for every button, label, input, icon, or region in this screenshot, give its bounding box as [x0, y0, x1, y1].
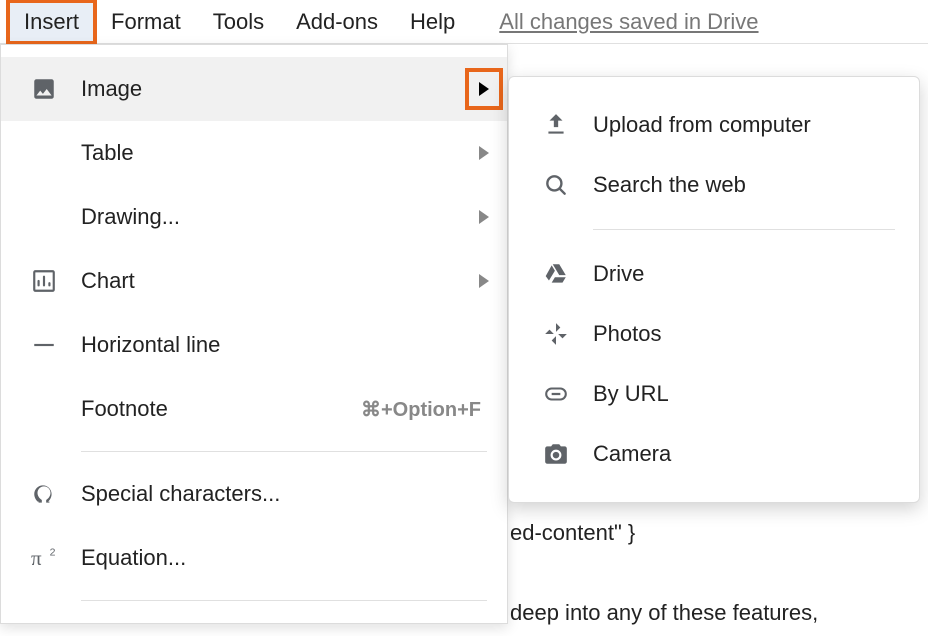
submenu-arrow-icon [479, 210, 489, 224]
menu-item-footnote[interactable]: Footnote ⌘+Option+F [1, 377, 507, 441]
doc-text-fragment: deep into any of these features, [510, 600, 818, 626]
svg-text:π: π [31, 546, 42, 570]
shortcut-label: ⌘+Option+F [361, 397, 481, 422]
menubar-item-tools[interactable]: Tools [197, 1, 280, 43]
camera-icon [543, 441, 593, 467]
submenu-arrow-icon [479, 82, 489, 96]
menu-item-label: Equation... [81, 545, 489, 571]
image-submenu: Upload from computer Search the web Driv… [508, 76, 920, 503]
submenu-item-label: By URL [593, 381, 669, 407]
doc-text-fragment: ed-content" } [510, 520, 635, 546]
search-icon [543, 172, 593, 198]
submenu-item-label: Search the web [593, 172, 746, 198]
insert-dropdown: Image Table Drawing... Chart Horizontal … [0, 44, 508, 624]
menu-item-label: Footnote [81, 396, 361, 422]
submenu-item-camera[interactable]: Camera [509, 424, 919, 484]
photos-icon [543, 321, 593, 347]
chart-icon [31, 268, 81, 294]
svg-text:2: 2 [50, 547, 56, 559]
menu-item-chart[interactable]: Chart [1, 249, 507, 313]
upload-icon [543, 112, 593, 138]
menu-separator [81, 451, 487, 452]
menubar-item-format[interactable]: Format [95, 1, 197, 43]
menu-item-equation[interactable]: π2 Equation... [1, 526, 507, 590]
submenu-item-label: Photos [593, 321, 662, 347]
menu-item-label: Drawing... [81, 204, 471, 230]
drive-icon [543, 261, 593, 287]
submenu-separator [593, 229, 895, 230]
menubar-item-help[interactable]: Help [394, 1, 471, 43]
submenu-item-upload[interactable]: Upload from computer [509, 95, 919, 155]
menu-item-label: Special characters... [81, 481, 489, 507]
menu-item-label: Table [81, 140, 471, 166]
link-icon [543, 381, 593, 407]
menu-separator [81, 600, 487, 601]
submenu-item-drive[interactable]: Drive [509, 244, 919, 304]
pi-icon: π2 [31, 544, 81, 572]
menu-item-drawing[interactable]: Drawing... [1, 185, 507, 249]
submenu-item-label: Camera [593, 441, 671, 467]
menu-item-label: Image [81, 76, 471, 102]
menubar: Insert Format Tools Add-ons Help All cha… [0, 0, 928, 44]
menu-item-table[interactable]: Table [1, 121, 507, 185]
submenu-arrow-icon [479, 274, 489, 288]
menu-item-horizontal-line[interactable]: Horizontal line [1, 313, 507, 377]
submenu-item-search-web[interactable]: Search the web [509, 155, 919, 215]
submenu-arrow-icon [479, 146, 489, 160]
image-icon [31, 76, 81, 102]
save-status[interactable]: All changes saved in Drive [499, 9, 758, 35]
menu-item-label: Chart [81, 268, 471, 294]
menubar-item-insert[interactable]: Insert [8, 1, 95, 43]
menu-item-special-characters[interactable]: Special characters... [1, 462, 507, 526]
submenu-item-label: Drive [593, 261, 644, 287]
menubar-item-addons[interactable]: Add-ons [280, 1, 394, 43]
submenu-item-photos[interactable]: Photos [509, 304, 919, 364]
submenu-item-label: Upload from computer [593, 112, 811, 138]
horizontal-line-icon [31, 332, 81, 358]
menu-item-image[interactable]: Image [1, 57, 507, 121]
omega-icon [31, 481, 81, 507]
menu-item-label: Horizontal line [81, 332, 489, 358]
submenu-item-by-url[interactable]: By URL [509, 364, 919, 424]
